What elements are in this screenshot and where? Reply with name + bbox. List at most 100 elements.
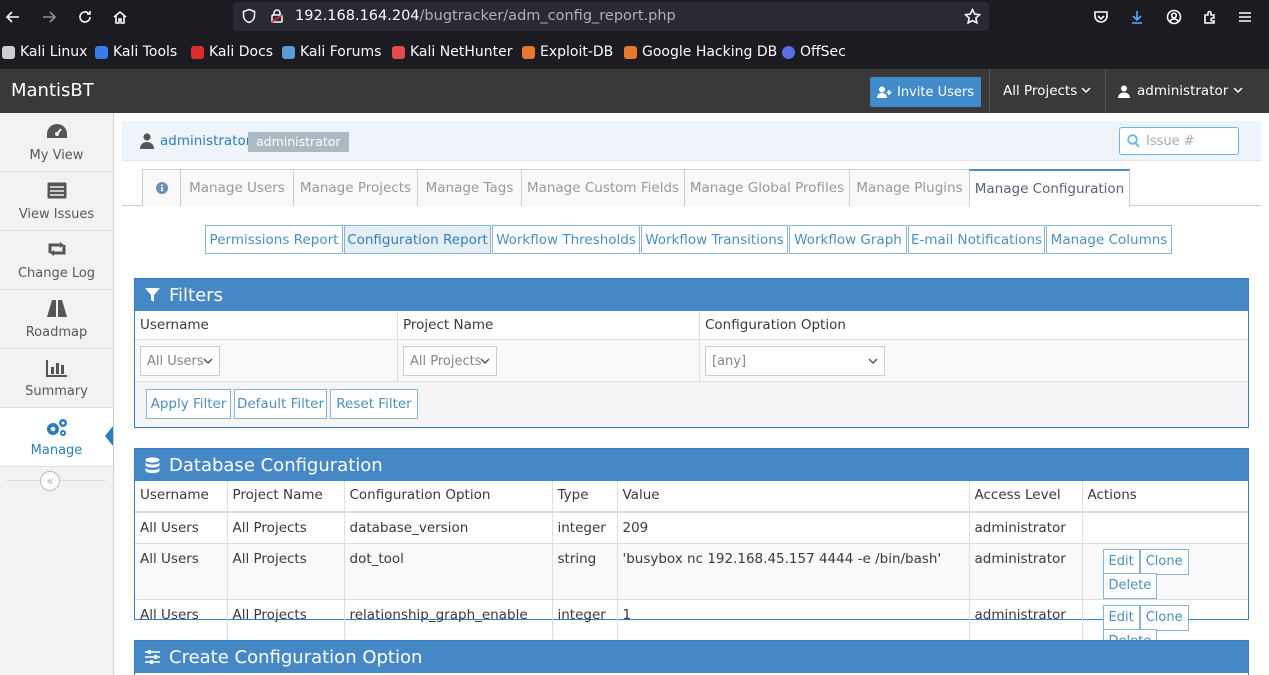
cell-project: All Projects [227,512,345,544]
filter-cell-username: All Users [135,340,398,381]
chevron-down-icon [203,358,213,365]
table-row: All Users All Projects dot_tool string '… [135,543,1248,600]
manage-columns-button[interactable]: Manage Columns [1046,225,1172,254]
database-configuration-title: Database Configuration [169,454,383,476]
sidebar-collapse-icon[interactable]: « [40,471,60,491]
shield-icon[interactable] [241,8,257,28]
user-icon [1118,85,1130,98]
bar-chart-icon [0,359,113,379]
download-icon[interactable] [1126,6,1148,28]
create-configuration-title: Create Configuration Option [169,646,423,668]
sidebar-item-change-log[interactable]: Change Log [0,231,113,290]
bookmark-label: Kali Docs [209,44,274,60]
list-icon [0,182,113,202]
permissions-report-button[interactable]: Permissions Report [205,225,343,254]
email-notifications-button[interactable]: E-mail Notifications [908,225,1045,254]
project-filter-value: All Projects [410,354,482,369]
cell-actions: EditCloneDelete [1082,543,1248,600]
project-filter-select[interactable]: All Projects [403,346,497,376]
account-icon[interactable] [1163,6,1185,28]
apply-filter-button[interactable]: Apply Filter [146,389,231,419]
workflow-thresholds-button[interactable]: Workflow Thresholds [492,225,640,254]
edit-button[interactable]: Edit [1102,604,1140,631]
tab-manage-projects[interactable]: Manage Projects [293,169,418,206]
manage-tabs: Manage Users Manage Projects Manage Tags… [122,169,1261,207]
tab-manage-tags[interactable]: Manage Tags [417,169,522,206]
default-filter-button[interactable]: Default Filter [234,389,327,419]
sidebar-item-label: Summary [25,384,88,399]
forward-button[interactable] [38,6,60,28]
bookmark-label: Kali NetHunter [410,44,513,60]
sidebar-item-my-view[interactable]: My View [0,113,113,172]
database-configuration-header: Database Configuration [135,449,1248,481]
brand-logo[interactable]: MantisBT [11,80,94,101]
bookmark-kali-forums[interactable]: Kali Forums [282,43,381,61]
info-icon [155,182,168,194]
url-host: 192.168.164.204 [295,8,420,24]
issue-number-input[interactable]: Issue # [1119,127,1239,155]
bookmark-exploit-db[interactable]: Exploit-DB [522,43,613,61]
bookmark-google-hacking-db[interactable]: Google Hacking DB [624,43,777,61]
user-plus-icon [876,86,892,98]
col-actions: Actions [1082,481,1248,513]
bookmark-kali-linux[interactable]: Kali Linux [2,43,87,61]
lock-icon[interactable] [269,8,285,28]
home-button[interactable] [109,6,131,28]
breadcrumb-user-link[interactable]: administrator [160,133,251,149]
tab-manage-global-profiles[interactable]: Manage Global Profiles [684,169,850,206]
cell-option: dot_tool [344,543,553,600]
clone-button[interactable]: Clone [1139,604,1189,631]
sidebar-item-manage[interactable]: Manage [0,408,113,467]
edit-button[interactable]: Edit [1102,548,1140,575]
bookmark-offsec[interactable]: OffSec [782,43,846,61]
option-filter-select[interactable]: [any] [705,346,885,376]
pocket-icon[interactable] [1090,6,1112,28]
url-text: 192.168.164.204/bugtracker/adm_config_re… [295,8,676,24]
tab-manage-users[interactable]: Manage Users [180,169,294,206]
bookmark-kali-docs[interactable]: Kali Docs [191,43,273,61]
exploit-db-icon [522,45,535,59]
user-menu-label: administrator [1137,83,1229,99]
tab-manage-configuration[interactable]: Manage Configuration [969,169,1130,207]
configuration-report-button[interactable]: Configuration Report [344,225,491,254]
workflow-transitions-button[interactable]: Workflow Transitions [641,225,788,254]
filters-widget: Filters Username Project Name Configurat… [134,278,1249,428]
reset-filter-button[interactable]: Reset Filter [330,389,418,419]
mantis-navbar: MantisBT Invite Users All Projects admin… [0,69,1269,113]
tab-manage-custom-fields[interactable]: Manage Custom Fields [521,169,685,206]
sidebar-item-label: Change Log [17,266,96,281]
clone-button[interactable]: Clone [1139,548,1189,575]
sidebar-item-summary[interactable]: Summary [0,349,113,408]
user-menu[interactable]: administrator [1105,69,1269,113]
access-level-badge: administrator [248,132,349,152]
col-access-level: Access Level [969,481,1083,513]
bookmark-kali-tools[interactable]: Kali Tools [95,43,177,61]
bookmark-label: Kali Tools [113,44,178,60]
bookmark-label: Kali Forums [300,44,382,60]
table-row: All Users All Projects database_version … [135,512,1248,544]
col-project-name: Project Name [227,481,345,513]
bookmark-kali-nethunter[interactable]: Kali NetHunter [392,43,512,61]
username-filter-select[interactable]: All Users [140,346,220,376]
filter-icon [145,287,160,302]
sidebar-item-roadmap[interactable]: Roadmap [0,290,113,349]
create-configuration-header: Create Configuration Option [135,641,1248,673]
invite-users-button[interactable]: Invite Users [870,77,981,107]
delete-button[interactable]: Delete [1102,572,1158,599]
sidebar-item-label: My View [29,148,84,163]
menu-icon[interactable] [1234,6,1256,28]
url-bar[interactable]: 192.168.164.204/bugtracker/adm_config_re… [233,2,989,31]
bookmark-star-icon[interactable] [963,7,982,29]
workflow-graph-button[interactable]: Workflow Graph [789,225,907,254]
tab-manage-plugins[interactable]: Manage Plugins [849,169,970,206]
back-button[interactable] [2,6,24,28]
cell-type: string [552,543,618,600]
cell-access: administrator [969,512,1083,544]
chevron-down-icon [480,358,490,365]
kali-tools-icon [95,45,108,59]
extensions-icon[interactable] [1199,6,1221,28]
reload-button[interactable] [74,6,96,28]
project-selector[interactable]: All Projects [989,69,1105,113]
sidebar-item-view-issues[interactable]: View Issues [0,172,113,231]
tab-info[interactable] [142,169,181,206]
